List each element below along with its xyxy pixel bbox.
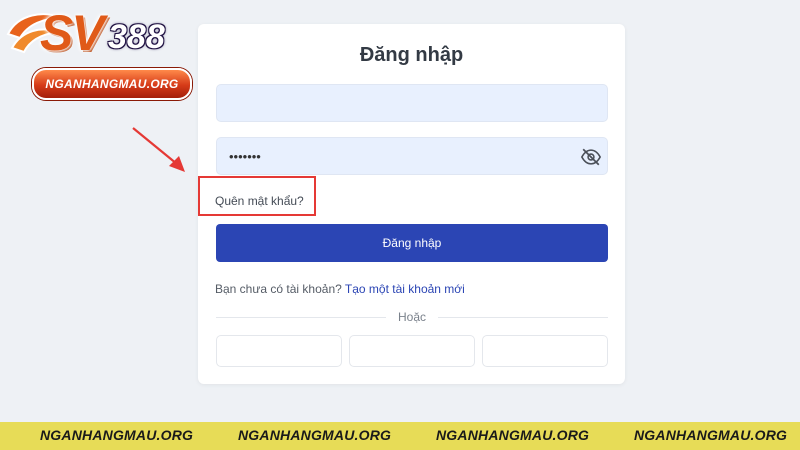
footer-watermark: NGANHANGMAU.ORG <box>40 427 194 443</box>
page-title: Đăng nhập <box>359 44 464 66</box>
eye-slash-icon[interactable] <box>580 146 602 168</box>
footer-watermark: NGANHANGMAU.ORG <box>238 427 392 443</box>
register-prompt: Bạn chưa có tài khoản? Tạo một tài khoản… <box>215 282 465 296</box>
brand-name-388: 388 <box>108 18 165 56</box>
footer-watermark: NGANHANGMAU.ORG <box>436 427 590 443</box>
login-card: Đăng nhập Quên mật khẩu? Đăng nhập Bạn c… <box>198 24 625 384</box>
site-badge: NGANHANGMAU.ORG <box>32 68 192 100</box>
password-input[interactable] <box>229 138 559 174</box>
forgot-password-link[interactable]: Quên mật khẩu? <box>215 194 304 208</box>
social-login-button-2[interactable] <box>349 335 475 367</box>
login-button[interactable]: Đăng nhập <box>216 224 608 262</box>
no-account-text: Bạn chưa có tài khoản? <box>215 282 342 296</box>
brand-name-sv: SV <box>40 5 105 61</box>
password-field[interactable] <box>216 137 608 175</box>
social-login-button-3[interactable] <box>482 335 608 367</box>
username-input[interactable] <box>229 85 559 121</box>
or-divider: Hoặc <box>216 310 608 324</box>
social-login-button-1[interactable] <box>216 335 342 367</box>
footer-banner: NGANHANGMAU.ORG NGANHANGMAU.ORG NGANHANG… <box>0 422 800 450</box>
site-badge-label: NGANHANGMAU.ORG <box>45 77 179 91</box>
create-account-link[interactable]: Tạo một tài khoản mới <box>345 282 465 296</box>
divider-line-right <box>438 317 608 318</box>
brand-logo: SV 388 NGANHANGMAU.ORG <box>0 0 200 105</box>
red-arrow-icon <box>132 127 185 172</box>
username-field[interactable] <box>216 84 608 122</box>
footer-watermark: NGANHANGMAU.ORG <box>634 427 788 443</box>
